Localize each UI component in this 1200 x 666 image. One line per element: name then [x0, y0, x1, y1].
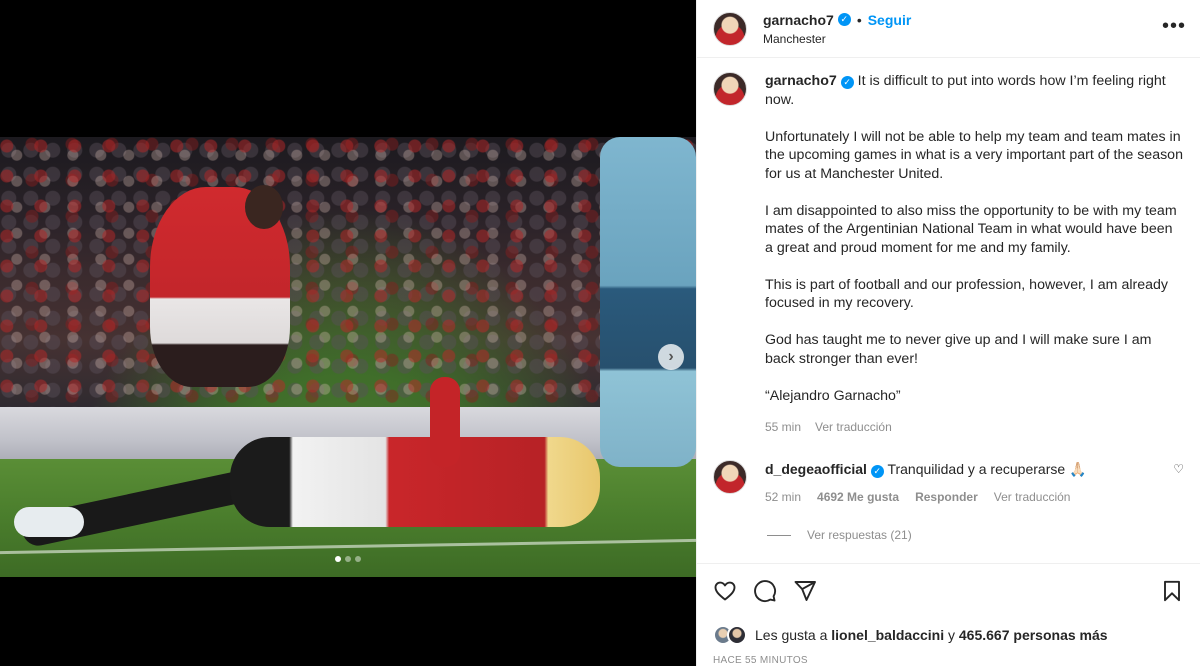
likes-summary: Les gusta a lionel_baldaccini y 465.667 …: [697, 617, 1200, 645]
comment-meta: 52 min 4692 Me gusta Responder Ver tradu…: [765, 488, 1184, 506]
comment-line: d_degeaofficial ✓ Tranquilidad y a recup…: [765, 460, 1184, 478]
caption-username[interactable]: garnacho7: [765, 73, 837, 89]
comment-translate-link[interactable]: Ver traducción: [994, 488, 1071, 506]
caption-translate-link[interactable]: Ver traducción: [815, 418, 892, 437]
post-side-panel: garnacho7 ✓ • Seguir Manchester ••• garn…: [696, 0, 1200, 666]
photo-crowd: [0, 137, 696, 407]
separator-dot: •: [856, 11, 862, 28]
post-photo[interactable]: [0, 137, 696, 577]
commenter-avatar[interactable]: [713, 460, 747, 494]
comments-area[interactable]: garnacho7 ✓ It is difficult to put into …: [697, 58, 1200, 563]
reply-button[interactable]: Responder: [915, 488, 978, 506]
author-line: garnacho7 ✓ • Seguir: [763, 12, 911, 28]
photo-player-boot: [14, 507, 84, 537]
caption-paragraph: “Alejandro Garnacho”: [765, 387, 901, 404]
likes-others-link[interactable]: 465.667 personas más: [959, 627, 1108, 643]
author-info: garnacho7 ✓ • Seguir Manchester: [763, 12, 911, 46]
chevron-right-icon[interactable]: ›: [658, 344, 684, 370]
comment-icon[interactable]: [753, 579, 777, 603]
media-panel: ›: [0, 0, 696, 666]
photo-opponent-player: [600, 137, 696, 467]
author-avatar[interactable]: [713, 11, 747, 46]
comment-text: Tranquilidad y a recuperarse 🙏🏻: [887, 461, 1087, 477]
author-username[interactable]: garnacho7: [763, 12, 834, 28]
caption-paragraph: garnacho7 ✓ It is difficult to put into …: [765, 72, 1184, 109]
carousel-dot-2: [345, 556, 351, 562]
caption-paragraph: Unfortunately I will not be able to help…: [765, 128, 1183, 182]
comment-likes[interactable]: 4692 Me gusta: [817, 488, 899, 506]
liker-avatar[interactable]: [727, 625, 747, 645]
ellipsis-icon[interactable]: •••: [1162, 16, 1186, 36]
verified-badge-icon: ✓: [837, 13, 851, 26]
post-timestamp[interactable]: HACE 55 MINUTOS: [697, 645, 1200, 666]
bookmark-icon[interactable]: [1160, 579, 1184, 603]
comment-body: d_degeaofficial ✓ Tranquilidad y a recup…: [765, 460, 1184, 506]
action-bar: [697, 563, 1200, 617]
likes-prefix: Les gusta a: [755, 627, 828, 643]
caption-time[interactable]: 55 min: [765, 418, 801, 437]
view-replies-label: Ver respuestas (21): [807, 528, 912, 542]
carousel-dots: [0, 556, 696, 562]
instagram-post: › garnacho7 ✓ • Seguir Manchester ••• ga…: [0, 0, 1200, 666]
comment: d_degeaofficial ✓ Tranquilidad y a recup…: [713, 460, 1184, 506]
commenter-username[interactable]: d_degeaofficial: [765, 461, 867, 477]
likes-user-link[interactable]: lionel_baldaccini: [831, 627, 944, 643]
caption-paragraph: This is part of football and our profess…: [765, 276, 1168, 312]
replies-dash: [767, 534, 791, 536]
caption-paragraph: I am disappointed to also miss the oppor…: [765, 202, 1177, 256]
carousel-dot-3: [355, 556, 361, 562]
photo-player-head: [245, 185, 283, 229]
photo-player-arm: [430, 377, 460, 467]
verified-badge-icon: ✓: [870, 464, 884, 478]
caption-paragraph: God has taught me to never give up and I…: [765, 332, 1152, 367]
carousel-dot-1: [335, 556, 341, 562]
follow-button[interactable]: Seguir: [868, 12, 912, 28]
caption: garnacho7 ✓ It is difficult to put into …: [713, 72, 1184, 436]
caption-body: garnacho7 ✓ It is difficult to put into …: [765, 72, 1184, 436]
view-replies-button[interactable]: Ver respuestas (21): [767, 528, 1184, 542]
liker-avatars: [713, 625, 747, 645]
heart-icon[interactable]: [713, 579, 737, 603]
photo-lying-player: [230, 437, 600, 527]
likes-conj: y: [948, 627, 955, 643]
send-icon[interactable]: [793, 579, 817, 603]
post-header: garnacho7 ✓ • Seguir Manchester •••: [697, 0, 1200, 58]
comment-like-heart-icon[interactable]: ♡: [1173, 462, 1184, 476]
post-location[interactable]: Manchester: [763, 32, 911, 46]
verified-badge-icon: ✓: [840, 75, 854, 89]
caption-meta: 55 min Ver traducción: [765, 418, 1184, 437]
caption-avatar[interactable]: [713, 72, 747, 106]
comment-time[interactable]: 52 min: [765, 488, 801, 506]
